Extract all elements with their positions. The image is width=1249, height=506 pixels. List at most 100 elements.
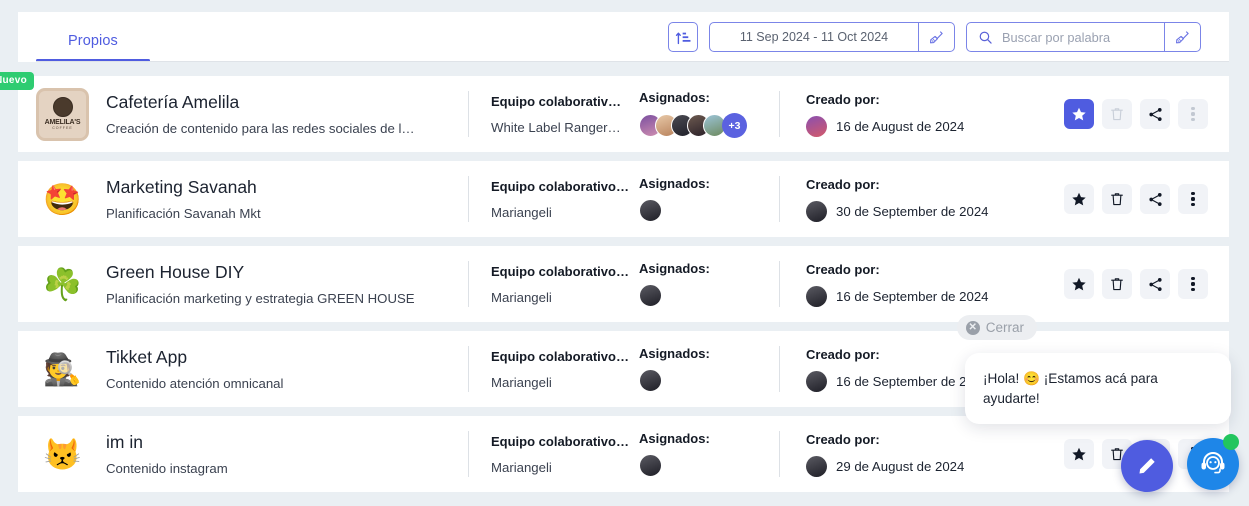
broom-icon [929,30,943,43]
assigned-avatar-stack[interactable] [639,199,779,222]
assigned-cell: Asignados: [629,346,779,392]
assigned-cell: Asignados: [629,431,779,477]
star-icon [1072,107,1086,121]
date-clear-button[interactable] [918,23,954,51]
broom-icon [1175,30,1189,43]
created-date: 30 de September de 2024 [836,203,989,219]
delete-button [1102,99,1132,129]
project-subtitle: Contenido atención omnicanal [106,375,284,391]
more-options-button [1178,99,1208,129]
share-button[interactable] [1140,99,1170,129]
created-header: Creado por: [806,176,880,192]
app-root: Propios 11 Sep 2024 - 11 Oct 2024 Buscar… [0,0,1249,506]
sort-ascending-button[interactable] [668,22,698,52]
row-title-cell: ☘️ Green House DIY Planificación marketi… [18,258,468,311]
project-emoji-thumbnail: 🕵️ [43,351,82,387]
more-vertical-icon [1191,106,1195,122]
share-icon [1148,192,1162,206]
created-header: Creado por: [806,431,880,447]
table-row[interactable]: 😾 im in Contenido instagram Equipo colab… [18,416,1229,492]
team-value: Mariangeli [491,459,552,475]
assigned-avatar-stack[interactable]: +3 [639,113,779,138]
avatar [639,454,662,477]
delete-button[interactable] [1102,269,1132,299]
favorite-button[interactable] [1064,269,1094,299]
table-row[interactable]: 🤩 Marketing Savanah Planificación Savana… [18,161,1229,237]
row-actions [1064,269,1229,299]
assigned-cell: Asignados: [629,261,779,307]
team-value: Mariangeli [491,374,552,390]
more-options-button[interactable] [1178,269,1208,299]
support-agent-icon [1201,452,1225,474]
pencil-icon [1139,458,1155,474]
new-content-fab[interactable] [1121,440,1173,492]
star-icon [1072,192,1086,206]
share-icon [1148,277,1162,291]
created-cell: Creado por: 29 de August de 2024 [780,432,1030,477]
created-date: 29 de August de 2024 [836,458,965,474]
assigned-cell: Asignados: [629,176,779,222]
row-title-cell: AMELILA'S COFFEE Cafetería Amelila Creac… [18,87,468,141]
created-cell: Creado por: 30 de September de 2024 [780,177,1030,222]
team-cell: Equipo colaborativ… White Label Ranger… [469,94,629,135]
created-date: 16 de September de 2024 [836,288,989,304]
project-subtitle: Planificación Savanah Mkt [106,205,261,221]
team-header: Equipo colaborativo del… [491,348,629,364]
tab-propios[interactable]: Propios [36,33,150,62]
team-header: Equipo colaborativo del… [491,178,629,194]
row-actions [1064,184,1229,214]
trash-icon [1111,193,1123,206]
creator-avatar [806,115,827,137]
search-clear-button[interactable] [1164,23,1200,51]
close-circle-icon: ✕ [965,320,980,335]
team-value: Mariangeli [491,204,552,220]
share-icon [1148,107,1162,121]
table-row[interactable]: ☘️ Green House DIY Planificación marketi… [18,246,1229,322]
favorite-button[interactable] [1064,184,1094,214]
row-actions [1064,99,1229,129]
creator-avatar [806,285,827,307]
assigned-avatar-stack[interactable] [639,454,779,477]
creator-avatar [806,370,827,392]
search-field [967,29,1164,45]
avatar [639,199,662,222]
assigned-avatar-stack[interactable] [639,369,779,392]
row-title-cell: 😾 im in Contenido instagram [18,428,468,481]
logo-word: AMELILA'S [44,119,81,127]
delete-button[interactable] [1102,184,1132,214]
assigned-header: Asignados: [639,90,710,105]
star-icon [1072,277,1086,291]
created-header: Creado por: [806,261,880,277]
date-range-filter: 11 Sep 2024 - 11 Oct 2024 [709,22,955,52]
share-button[interactable] [1140,269,1170,299]
date-range-input[interactable]: 11 Sep 2024 - 11 Oct 2024 [710,30,918,44]
chat-close-label: Cerrar [985,320,1024,335]
chat-message-bubble[interactable]: ¡Hola! 😊 ¡Estamos acá para ayudarte! [965,353,1231,425]
trash-icon [1111,278,1123,291]
more-options-button[interactable] [1178,184,1208,214]
team-cell: Equipo colaborativo del… Mariangeli [469,349,629,390]
chat-close-button[interactable]: ✕ Cerrar [956,315,1037,340]
avatar-overflow-badge[interactable]: +3 [722,113,747,138]
top-bar: Propios 11 Sep 2024 - 11 Oct 2024 [18,12,1229,62]
search-icon [979,31,992,44]
favorite-button[interactable] [1064,99,1094,129]
share-button[interactable] [1140,184,1170,214]
project-title: Marketing Savanah [106,177,257,198]
star-icon [1072,447,1086,461]
table-row[interactable]: AMELILA'S COFFEE Cafetería Amelila Creac… [18,76,1229,152]
created-date: 16 de August de 2024 [836,118,965,134]
creator-avatar [806,455,827,477]
team-value: White Label Ranger… [491,119,621,135]
row-title-cell: 🕵️ Tikket App Contenido atención omnican… [18,343,468,396]
project-emoji-thumbnail: ☘️ [43,266,82,302]
created-cell: Creado por: 16 de August de 2024 [780,92,1030,137]
avatar [639,369,662,392]
toolbar: 11 Sep 2024 - 11 Oct 2024 [668,22,1229,52]
tab-propios-label: Propios [68,33,118,49]
assigned-avatar-stack[interactable] [639,284,779,307]
team-cell: Equipo colaborativo del… Mariangeli [469,264,629,305]
team-header: Equipo colaborativ… [491,93,622,109]
search-input[interactable] [1002,29,1154,45]
favorite-button[interactable] [1064,439,1094,469]
